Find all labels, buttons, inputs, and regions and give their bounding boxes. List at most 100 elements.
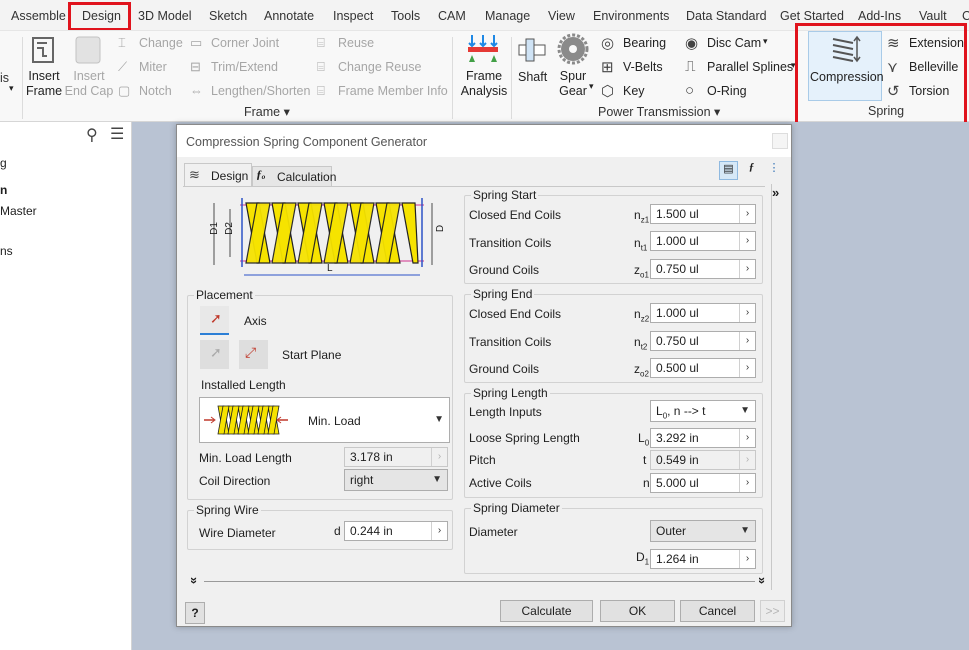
browser-item[interactable]: Master: [0, 204, 37, 218]
tab-environments[interactable]: Environments: [593, 9, 669, 23]
design-tab-label[interactable]: Design: [211, 169, 248, 183]
spur-gear-icon[interactable]: [557, 33, 589, 68]
power-transmission-group-title[interactable]: Power Transmission ▾: [598, 104, 720, 119]
tab-sketch[interactable]: Sketch: [209, 9, 247, 23]
chevron-right-icon[interactable]: ›: [739, 260, 755, 278]
pitch-label: Pitch: [469, 453, 496, 467]
end-closed-symbol: nz2: [634, 307, 650, 324]
start-transition-field[interactable]: 1.000 ul ›: [650, 231, 756, 251]
miter-icon: ⟋: [118, 59, 128, 74]
edit-values-icon[interactable]: ▤: [719, 161, 738, 180]
start-ground-field[interactable]: 0.750 ul ›: [650, 259, 756, 279]
cursor-arrow-icon: ➚: [210, 310, 222, 326]
tab-vault[interactable]: Vault: [919, 9, 947, 23]
pitch-field: 0.549 in ›: [650, 450, 756, 470]
wire-diameter-value: 0.244 in: [350, 524, 393, 538]
chevron-down-icon: ▼: [740, 525, 750, 536]
v-belts-icon[interactable]: ⊞: [601, 58, 614, 76]
close-icon[interactable]: [772, 133, 788, 149]
parallel-splines-icon[interactable]: ⎍: [685, 58, 696, 75]
spur-gear-label[interactable]: Spur Gear: [555, 69, 591, 99]
end-ground-field[interactable]: 0.500 ul ›: [650, 358, 756, 378]
tab-view[interactable]: View: [548, 9, 575, 23]
disc-cam-label[interactable]: Disc Cam: [707, 36, 761, 50]
browser-item[interactable]: g: [0, 156, 7, 170]
o-ring-label[interactable]: O-Ring: [707, 84, 747, 98]
change-label: Change: [139, 36, 183, 50]
tab-inspect[interactable]: Inspect: [333, 9, 373, 23]
diagram-label-d1: D1: [208, 222, 220, 235]
chevron-right-icon[interactable]: ›: [739, 359, 755, 377]
more-button[interactable]: >>: [760, 600, 785, 622]
disc-cam-dropdown-icon[interactable]: ▾: [763, 36, 768, 47]
end-transition-field[interactable]: 0.750 ul ›: [650, 331, 756, 351]
tab-assemble[interactable]: Assemble: [11, 9, 66, 23]
calculate-button[interactable]: Calculate: [500, 600, 593, 622]
coil-direction-label: Coil Direction: [199, 474, 271, 488]
model-browser: ⚲ ☰ g n Master ns: [0, 122, 132, 650]
frame-analysis-label[interactable]: Frame Analysis: [459, 69, 509, 99]
o-ring-icon[interactable]: ○: [685, 82, 694, 99]
tab-cam[interactable]: CAM: [438, 9, 466, 23]
notch-icon: ▢: [118, 83, 131, 98]
tab-add-ins[interactable]: Add-Ins: [858, 9, 901, 23]
cursor-arrow-disabled-icon: ➚: [210, 344, 222, 360]
expand-down-icon[interactable]: »: [187, 577, 202, 584]
insert-frame-label[interactable]: Insert Frame: [26, 69, 62, 99]
chevron-right-icon[interactable]: ›: [739, 474, 755, 492]
browser-item[interactable]: n: [0, 183, 7, 197]
length-inputs-label: Length Inputs: [469, 405, 542, 419]
installed-length-select[interactable]: Min. Load ▼: [199, 397, 450, 443]
help-button[interactable]: ?: [185, 602, 205, 624]
end-transition-symbol: nt2: [634, 335, 648, 352]
tree-view-icon[interactable]: ⋮: [766, 161, 782, 180]
chevron-right-icon[interactable]: ›: [739, 232, 755, 250]
end-ground-label: Ground Coils: [469, 362, 540, 376]
frame-group-title[interactable]: Frame ▾: [244, 104, 290, 119]
formula-icon[interactable]: ƒ: [742, 161, 761, 180]
wire-diameter-field[interactable]: 0.244 in ›: [344, 521, 448, 541]
chevron-right-icon[interactable]: ›: [739, 429, 755, 447]
frame-analysis-icon[interactable]: [466, 33, 500, 68]
pitch-value: 0.549 in: [656, 453, 699, 467]
diameter-type-select[interactable]: Outer ▼: [650, 520, 756, 542]
active-coils-field[interactable]: 5.000 ul ›: [650, 473, 756, 493]
chevron-right-icon[interactable]: ›: [739, 205, 755, 223]
tab-data-standard[interactable]: Data Standard: [686, 9, 767, 23]
ok-button[interactable]: OK: [600, 600, 675, 622]
parallel-splines-label[interactable]: Parallel Splines: [707, 60, 793, 74]
tab-tools[interactable]: Tools: [391, 9, 420, 23]
chevron-right-icon[interactable]: ›: [739, 304, 755, 322]
coil-direction-select[interactable]: right ▼: [344, 469, 448, 491]
key-label[interactable]: Key: [623, 84, 645, 98]
bearing-icon[interactable]: ◎: [601, 34, 614, 52]
tab-manage[interactable]: Manage: [485, 9, 530, 23]
browser-item[interactable]: ns: [0, 244, 13, 258]
end-closed-coils-field[interactable]: 1.000 ul ›: [650, 303, 756, 323]
shaft-label[interactable]: Shaft: [518, 70, 547, 84]
length-inputs-select[interactable]: L0, n --> t ▼: [650, 400, 756, 422]
cancel-button[interactable]: Cancel: [680, 600, 755, 622]
calculation-tab-label[interactable]: Calculation: [277, 170, 336, 184]
tab-get-started[interactable]: Get Started: [780, 9, 844, 23]
outer-diameter-field[interactable]: 1.264 in ›: [650, 549, 756, 569]
disc-cam-icon[interactable]: ◉: [685, 34, 698, 52]
tab-3d-model[interactable]: 3D Model: [138, 9, 192, 23]
shaft-icon[interactable]: [516, 35, 548, 68]
expand-right-icon[interactable]: »: [772, 185, 779, 200]
chevron-right-icon[interactable]: ›: [739, 332, 755, 350]
chevron-right-icon[interactable]: ›: [431, 522, 447, 540]
tab-cut-off[interactable]: C: [962, 9, 969, 23]
expand-down-right-icon[interactable]: »: [755, 577, 770, 584]
tab-annotate[interactable]: Annotate: [264, 9, 314, 23]
chevron-right-icon[interactable]: ›: [739, 550, 755, 568]
bearing-label[interactable]: Bearing: [623, 36, 666, 50]
insert-frame-icon[interactable]: [30, 35, 58, 68]
key-icon[interactable]: ⬡: [601, 82, 614, 100]
start-closed-coils-field[interactable]: 1.500 ul ›: [650, 204, 756, 224]
v-belts-label[interactable]: V-Belts: [623, 60, 663, 74]
loose-length-field[interactable]: 3.292 in ›: [650, 428, 756, 448]
spur-gear-dropdown-icon[interactable]: ▾: [589, 81, 594, 92]
menu-icon[interactable]: ☰: [110, 124, 124, 144]
search-icon[interactable]: ⚲: [86, 125, 98, 145]
